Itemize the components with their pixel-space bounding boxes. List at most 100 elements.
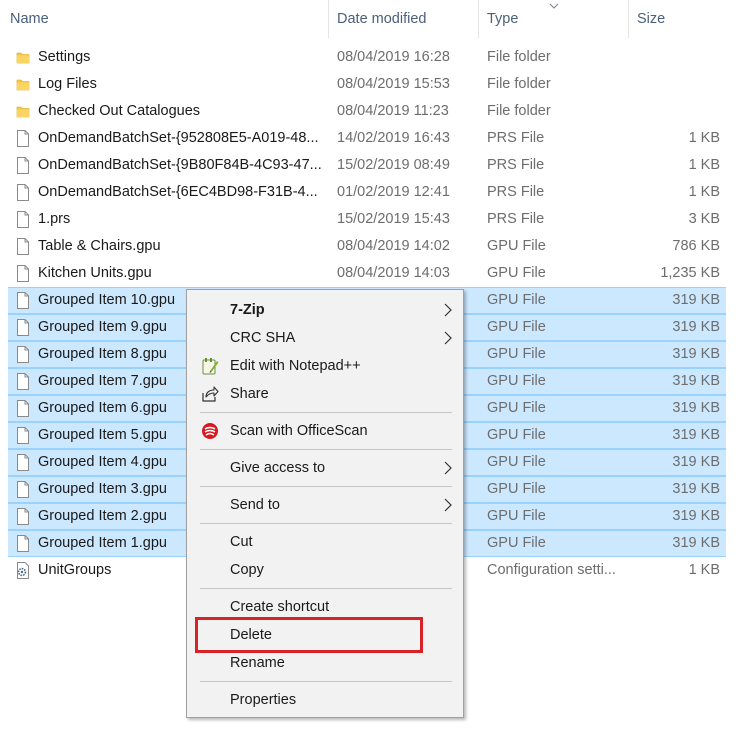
context-menu: 7-Zip CRC SHA Edit with Notepad++ Share [186, 289, 464, 718]
file-name: Kitchen Units.gpu [38, 265, 152, 281]
file-row[interactable]: OnDemandBatchSet-{952808E5-A019-48... 14/… [0, 125, 743, 152]
file-explorer: Name Date modified Type Size Settings 08/… [0, 0, 743, 733]
file-type: File folder [487, 76, 551, 92]
file-row[interactable]: OnDemandBatchSet-{9B80F84B-4C93-47... 15/… [0, 152, 743, 179]
menu-item-rename[interactable]: Rename [189, 650, 461, 676]
file-name: OnDemandBatchSet-{9B80F84B-4C93-47... [38, 157, 322, 173]
file-type: GPU File [487, 427, 546, 443]
menu-item-label: 7-Zip [230, 302, 265, 318]
menu-item-label: Properties [230, 692, 297, 708]
file-name: OnDemandBatchSet-{952808E5-A019-48... [38, 130, 319, 146]
file-size: 319 KB [672, 373, 720, 389]
file-name: Settings [38, 49, 91, 65]
file-row[interactable]: 1.prs 15/02/2019 15:43 PRS File 3 KB [0, 206, 743, 233]
officescan-icon [202, 423, 218, 439]
menu-item-label: Give access to [230, 460, 326, 476]
file-row[interactable]: Log Files 08/04/2019 15:53 File folder [0, 71, 743, 98]
file-type: PRS File [487, 211, 545, 227]
menu-item-label: Rename [230, 655, 285, 671]
file-icon [16, 265, 30, 282]
file-type: GPU File [487, 481, 546, 497]
file-type: PRS File [487, 157, 545, 173]
menu-item-label: Copy [230, 562, 264, 578]
file-type: File folder [487, 49, 551, 65]
file-size: 1 KB [688, 184, 720, 200]
file-icon [16, 184, 30, 201]
file-size: 319 KB [672, 535, 720, 551]
file-row[interactable]: Checked Out Catalogues 08/04/2019 11:23 Fi… [0, 98, 743, 125]
file-date-modified: 08/04/2019 11:23 [337, 103, 449, 119]
file-size: 1 KB [688, 157, 720, 173]
menu-item-7zip[interactable]: 7-Zip [189, 297, 461, 323]
file-icon [16, 130, 30, 147]
menu-separator [200, 486, 452, 487]
menu-item-copy[interactable]: Copy [189, 557, 461, 583]
file-icon [16, 508, 30, 525]
file-type: File folder [487, 103, 551, 119]
file-type: GPU File [487, 373, 546, 389]
column-header-size[interactable]: Size [637, 0, 737, 38]
file-icon [16, 346, 30, 363]
file-icon [16, 400, 30, 417]
file-type: GPU File [487, 319, 546, 335]
menu-item-scan-with-officescan[interactable]: Scan with OfficeScan [189, 418, 461, 444]
file-size: 319 KB [672, 481, 720, 497]
menu-separator [200, 588, 452, 589]
column-divider[interactable] [328, 0, 329, 38]
column-header-date-modified[interactable]: Date modified [337, 0, 477, 38]
menu-item-share[interactable]: Share [189, 381, 461, 407]
file-size: 319 KB [672, 400, 720, 416]
menu-item-properties[interactable]: Properties [189, 687, 461, 713]
file-row[interactable]: Kitchen Units.gpu 08/04/2019 14:03 GPU Fil… [0, 260, 743, 287]
file-icon [16, 238, 30, 255]
file-icon [16, 157, 30, 174]
file-icon [16, 292, 30, 309]
file-date-modified: 15/02/2019 08:49 [337, 157, 450, 173]
file-size: 1 KB [688, 562, 720, 578]
menu-item-crc-sha[interactable]: CRC SHA [189, 325, 461, 351]
file-name: 1.prs [38, 211, 71, 227]
file-size: 319 KB [672, 319, 720, 335]
folder-icon [16, 49, 30, 66]
file-row[interactable]: Table & Chairs.gpu 08/04/2019 14:02 GPU Fi… [0, 233, 743, 260]
menu-item-label: CRC SHA [230, 330, 296, 346]
menu-item-label: Send to [230, 497, 280, 513]
file-date-modified: 08/04/2019 14:03 [337, 265, 450, 281]
file-icon [16, 319, 30, 336]
menu-item-cut[interactable]: Cut [189, 529, 461, 555]
file-date-modified: 08/04/2019 14:02 [337, 238, 450, 254]
file-icon [16, 535, 30, 552]
file-type: GPU File [487, 346, 546, 362]
file-size: 1,235 KB [660, 265, 720, 281]
file-type: GPU File [487, 238, 546, 254]
file-name: OnDemandBatchSet-{6EC4BD98-F31B-4... [38, 184, 318, 200]
menu-item-edit-with-notepad[interactable]: Edit with Notepad++ [189, 353, 461, 379]
menu-item-label: Share [230, 386, 269, 402]
column-header-name[interactable]: Name [10, 0, 328, 38]
chevron-right-icon [444, 303, 452, 317]
file-type: GPU File [487, 454, 546, 470]
menu-separator [200, 449, 452, 450]
file-size: 319 KB [672, 346, 720, 362]
column-header: Name Date modified Type Size [0, 0, 743, 38]
file-type: GPU File [487, 508, 546, 524]
file-size: 1 KB [688, 130, 720, 146]
file-date-modified: 14/02/2019 16:43 [337, 130, 450, 146]
file-icon [16, 481, 30, 498]
settings-file-icon [16, 562, 30, 579]
column-divider[interactable] [478, 0, 479, 38]
menu-separator [200, 412, 452, 413]
file-name: Checked Out Catalogues [38, 103, 201, 119]
file-row[interactable]: OnDemandBatchSet-{6EC4BD98-F31B-4... 01/0… [0, 179, 743, 206]
chevron-right-icon [444, 498, 452, 512]
file-row[interactable]: Settings 08/04/2019 16:28 File folder [0, 44, 743, 71]
file-size: 319 KB [672, 427, 720, 443]
file-name: Table & Chairs.gpu [38, 238, 161, 254]
chevron-right-icon [444, 461, 452, 475]
file-type: PRS File [487, 130, 545, 146]
menu-item-send-to[interactable]: Send to [189, 492, 461, 518]
menu-item-label: Edit with Notepad++ [230, 358, 361, 374]
column-divider[interactable] [628, 0, 629, 38]
menu-item-give-access-to[interactable]: Give access to [189, 455, 461, 481]
file-type: GPU File [487, 292, 546, 308]
